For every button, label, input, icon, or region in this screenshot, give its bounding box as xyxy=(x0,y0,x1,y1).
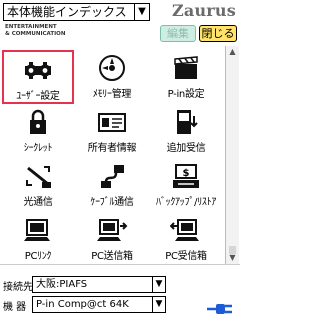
grid-scrollbar[interactable]: ▲ ▼ xyxy=(225,46,239,264)
app-label: PC受信箱 xyxy=(165,251,207,262)
close-button[interactable]: 閉じる xyxy=(199,25,237,42)
id-card-icon xyxy=(98,113,126,132)
app-label: ｹｰﾌﾞﾙ通信 xyxy=(90,197,134,208)
lock-icon xyxy=(30,109,46,134)
app-pin-settings[interactable]: P-in設定 xyxy=(150,50,222,104)
svg-text:$: $ xyxy=(183,168,190,179)
app-label: 追加受信 xyxy=(166,143,206,154)
connection-row: 接続先 大阪:PIAFS ▼ xyxy=(0,276,240,294)
dropdown-arrow-icon[interactable]: ▼ xyxy=(152,277,165,292)
connection-label: 接続先 xyxy=(3,282,33,293)
top-bar: 本体機能インデックス ▼ Zaurus ENTERTAINMENT & COMM… xyxy=(0,0,240,46)
app-label: ｼｰｸﾚｯﾄ xyxy=(23,143,53,154)
memory-disc-icon xyxy=(99,55,125,81)
dropdown-arrow-icon[interactable]: ▼ xyxy=(152,297,165,312)
connection-panel: 接続先 大阪:PIAFS ▼ 機 器 P-in Comp@ct 64K ▼ xyxy=(0,264,240,320)
gear-icon xyxy=(25,62,51,79)
brand-subtitle: ENTERTAINMENT & COMMUNICATION xyxy=(5,24,65,38)
scroll-up-icon[interactable]: ▲ xyxy=(226,46,239,58)
app-secret[interactable]: ｼｰｸﾚｯﾄ xyxy=(2,104,74,158)
app-label: 光通信 xyxy=(23,197,53,208)
device-label: 機 器 xyxy=(3,302,27,313)
connection-value: 大阪:PIAFS xyxy=(36,279,88,290)
app-pc-link[interactable]: PCﾘﾝｸ xyxy=(2,212,74,266)
brand-subtitle-line1: ENTERTAINMENT xyxy=(5,24,57,30)
clapperboard-icon xyxy=(174,56,198,79)
edit-button[interactable]: 編集 xyxy=(160,25,196,42)
connection-select[interactable]: 大阪:PIAFS ▼ xyxy=(32,276,166,293)
scroll-down-icon[interactable]: ▼ xyxy=(226,252,239,264)
index-selector-value: 本体機能インデックス xyxy=(7,5,127,19)
backup-icon: $ xyxy=(173,164,199,188)
pc-outbox-icon xyxy=(97,219,128,241)
app-user-settings[interactable]: ﾕｰｻﾞｰ設定 xyxy=(2,50,74,104)
app-pc-inbox[interactable]: PC受信箱 xyxy=(150,212,222,266)
phone-receive-icon xyxy=(177,110,198,134)
infrared-icon xyxy=(26,166,51,188)
app-memory-management[interactable]: ﾒﾓﾘｰ管理 xyxy=(76,50,148,104)
device-select[interactable]: P-in Comp@ct 64K ▼ xyxy=(32,296,166,313)
cable-icon xyxy=(101,165,124,188)
app-label: ﾒﾓﾘｰ管理 xyxy=(92,89,132,100)
app-grid: ﾕｰｻﾞｰ設定 ﾒﾓﾘｰ管理 P-in設定 ｼｰｸﾚｯﾄ 所有者情報 追加受信 … xyxy=(0,46,224,264)
app-label: P-in設定 xyxy=(167,89,205,100)
brand-subtitle-line2: & COMMUNICATION xyxy=(5,31,66,37)
app-label: PC送信箱 xyxy=(91,251,133,262)
brand-logo: Zaurus xyxy=(172,1,236,20)
index-selector[interactable]: 本体機能インデックス ▼ xyxy=(3,3,150,21)
power-plug-icon xyxy=(207,304,232,314)
app-label: PCﾘﾝｸ xyxy=(24,251,52,262)
pc-link-icon xyxy=(24,219,50,241)
app-owner-info[interactable]: 所有者情報 xyxy=(76,104,148,158)
app-additional-receive[interactable]: 追加受信 xyxy=(150,104,222,158)
app-cable[interactable]: ｹｰﾌﾞﾙ通信 xyxy=(76,158,148,212)
app-backup-restore[interactable]: $ ﾊﾞｯｸｱｯﾌﾟ/ﾘｽﾄｱ xyxy=(150,158,222,212)
device-row: 機 器 P-in Comp@ct 64K ▼ xyxy=(0,296,240,314)
device-value: P-in Comp@ct 64K xyxy=(36,299,129,310)
dropdown-arrow-icon[interactable]: ▼ xyxy=(134,4,149,20)
app-pc-outbox[interactable]: PC送信箱 xyxy=(76,212,148,266)
app-label: 所有者情報 xyxy=(87,143,137,154)
app-label: ﾕｰｻﾞｰ設定 xyxy=(16,91,60,102)
app-infrared[interactable]: 光通信 xyxy=(2,158,74,212)
app-label: ﾊﾞｯｸｱｯﾌﾟ/ﾘｽﾄｱ xyxy=(155,197,217,208)
pc-inbox-icon xyxy=(170,219,199,241)
